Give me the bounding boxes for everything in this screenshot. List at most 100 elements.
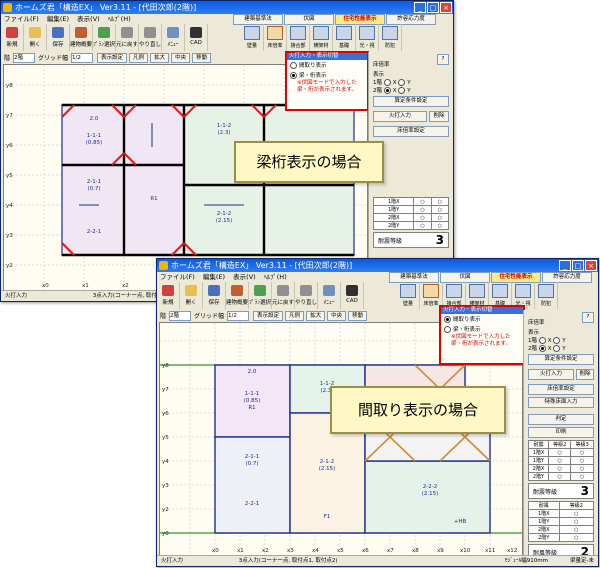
menu-help[interactable]: ﾍﾙﾌﾟ(H): [264, 273, 287, 281]
seismic-table: 耐震 等級2 等級3 1階X ○ ○ 1階Y ○ ○ 2階X ○ ○ 2階Y ○ ○: [528, 440, 594, 481]
menu-file[interactable]: ファイル(F): [160, 273, 195, 281]
center-button[interactable]: 中央: [327, 310, 347, 321]
menu-file[interactable]: ファイル(F): [4, 15, 39, 23]
maximize-button[interactable]: □: [427, 2, 439, 13]
redo-button[interactable]: やり直し: [139, 24, 162, 51]
help-button[interactable]: ?: [582, 312, 594, 323]
building-overview-button[interactable]: 建物概要: [70, 24, 93, 51]
tool-beam[interactable]: 横架材: [310, 24, 333, 51]
tool-floor-ratio[interactable]: 床倍率: [264, 24, 287, 51]
option-floorplan[interactable]: 間取り表示: [287, 60, 367, 70]
floor-select[interactable]: 2階: [169, 310, 192, 321]
menu-view[interactable]: 表示(V): [77, 15, 100, 23]
tool-foundation[interactable]: 基礎: [333, 24, 356, 51]
tool-wall-amount[interactable]: 壁量: [241, 24, 264, 51]
radio-1f-x[interactable]: [383, 79, 391, 86]
beam-icon: [469, 284, 485, 298]
new-button[interactable]: 新規: [1, 24, 24, 51]
close-button[interactable]: ×: [440, 2, 452, 13]
option-floorplan[interactable]: 間取り表示: [441, 314, 523, 324]
radio-floorplan[interactable]: [444, 316, 451, 323]
beam-label: (2.15): [319, 466, 336, 472]
option-floorplan-label: 間取り表示: [453, 317, 481, 323]
new-button[interactable]: 新規: [157, 282, 180, 309]
x-tick: x2: [122, 283, 129, 289]
open-button[interactable]: 開く: [180, 282, 203, 309]
app-icon: [159, 261, 168, 270]
save-button[interactable]: 保存: [203, 282, 226, 309]
menu-view[interactable]: 表示(V): [233, 273, 256, 281]
radio-2f-x[interactable]: [538, 345, 546, 352]
app-icon: [3, 3, 12, 12]
floor-ratio-settings-button[interactable]: 床倍率設定: [373, 126, 449, 137]
zoom-button[interactable]: 拡大: [150, 52, 170, 63]
menu-edit[interactable]: 編集(E): [47, 15, 69, 23]
delete-button[interactable]: 削除: [429, 111, 449, 122]
radio-1f-y[interactable]: [553, 337, 561, 344]
building-overview-button[interactable]: 建物概要: [226, 282, 249, 309]
title-bar: ホームズ君「構造EX」 Ver3.11 - [代田次郎(2階)] _ □ ×: [1, 1, 453, 14]
minimize-button[interactable]: _: [559, 260, 571, 271]
option-beam[interactable]: 梁・桁表示: [287, 70, 367, 80]
maximize-button[interactable]: □: [572, 260, 584, 271]
tool-light[interactable]: 光・視: [356, 24, 379, 51]
tool-security[interactable]: 防犯: [379, 24, 402, 51]
close-button[interactable]: ×: [585, 260, 597, 271]
radio-beam[interactable]: [444, 326, 451, 333]
menu-button[interactable]: ﾒﾆｭｰ: [318, 282, 341, 309]
redo-button[interactable]: やり直し: [295, 282, 318, 309]
center-button[interactable]: 中央: [171, 52, 191, 63]
tool-security[interactable]: 防犯: [535, 282, 558, 309]
undo-button[interactable]: 元に戻す: [116, 24, 139, 51]
calc-conditions-button[interactable]: 算定条件設定: [373, 96, 449, 107]
cad-button[interactable]: CAD: [185, 24, 208, 51]
brace-input-button[interactable]: 火打入力: [373, 111, 427, 122]
section-title: 床倍率: [528, 320, 545, 326]
plan-select-button[interactable]: ﾌﾟﾗﾝ選択: [93, 24, 116, 51]
floor-ratio-settings-button[interactable]: 床倍率設定: [528, 384, 594, 395]
grid-select[interactable]: 1/2: [227, 310, 250, 321]
menu-help[interactable]: ﾍﾙﾌﾟ(H): [108, 15, 131, 23]
zoom-button[interactable]: 拡大: [306, 310, 326, 321]
display-settings-button[interactable]: 表示設定: [253, 310, 284, 321]
floor-select[interactable]: 2階: [13, 52, 36, 63]
floor-icon: [423, 284, 439, 298]
plan-select-button[interactable]: ﾌﾟﾗﾝ選択: [249, 282, 272, 309]
menu-button[interactable]: ﾒﾆｭｰ: [162, 24, 185, 51]
radio-1f-y[interactable]: [398, 79, 406, 86]
judge-button[interactable]: 判定: [528, 414, 594, 425]
tool-joint[interactable]: 接合部: [287, 24, 310, 51]
radio-2f-y[interactable]: [553, 345, 561, 352]
x-tick: x4: [312, 548, 319, 554]
help-button[interactable]: ?: [437, 54, 449, 65]
save-button[interactable]: 保存: [47, 24, 70, 51]
save-icon: [208, 285, 220, 296]
calc-conditions-button[interactable]: 算定条件設定: [528, 354, 594, 365]
x-tick: x0: [212, 548, 219, 554]
option-beam[interactable]: 梁・桁表示: [441, 324, 523, 334]
move-button[interactable]: 移動: [192, 52, 212, 63]
grid-select[interactable]: 1/2: [71, 52, 94, 63]
radio-beam[interactable]: [290, 72, 297, 79]
radio-1f-x[interactable]: [538, 337, 546, 344]
open-button[interactable]: 開く: [24, 24, 47, 51]
undo-button[interactable]: 元に戻す: [272, 282, 295, 309]
display-settings-button[interactable]: 表示設定: [97, 52, 128, 63]
legend-button[interactable]: 凡例: [129, 52, 149, 63]
menu-edit[interactable]: 編集(E): [203, 273, 225, 281]
move-button[interactable]: 移動: [348, 310, 368, 321]
delete-button[interactable]: 削除: [576, 369, 594, 380]
radio-2f-x[interactable]: [383, 87, 391, 94]
tool-wall-amount[interactable]: 壁量: [397, 282, 420, 309]
x-tick: x5: [337, 548, 344, 554]
cad-button[interactable]: CAD: [341, 282, 364, 309]
radio-floorplan[interactable]: [290, 62, 297, 69]
brace-input-button[interactable]: 火打入力: [528, 369, 574, 380]
floor-selector: 表示 1階 X Y 2階 X Y: [369, 70, 453, 94]
legend-button[interactable]: 凡例: [285, 310, 305, 321]
radio-2f-y[interactable]: [398, 87, 406, 94]
special-floor-input-button[interactable]: 特殊床面入力: [528, 397, 594, 408]
print-button[interactable]: 印刷: [528, 427, 594, 438]
minimize-button[interactable]: _: [414, 2, 426, 13]
foundation-icon: [492, 284, 508, 298]
